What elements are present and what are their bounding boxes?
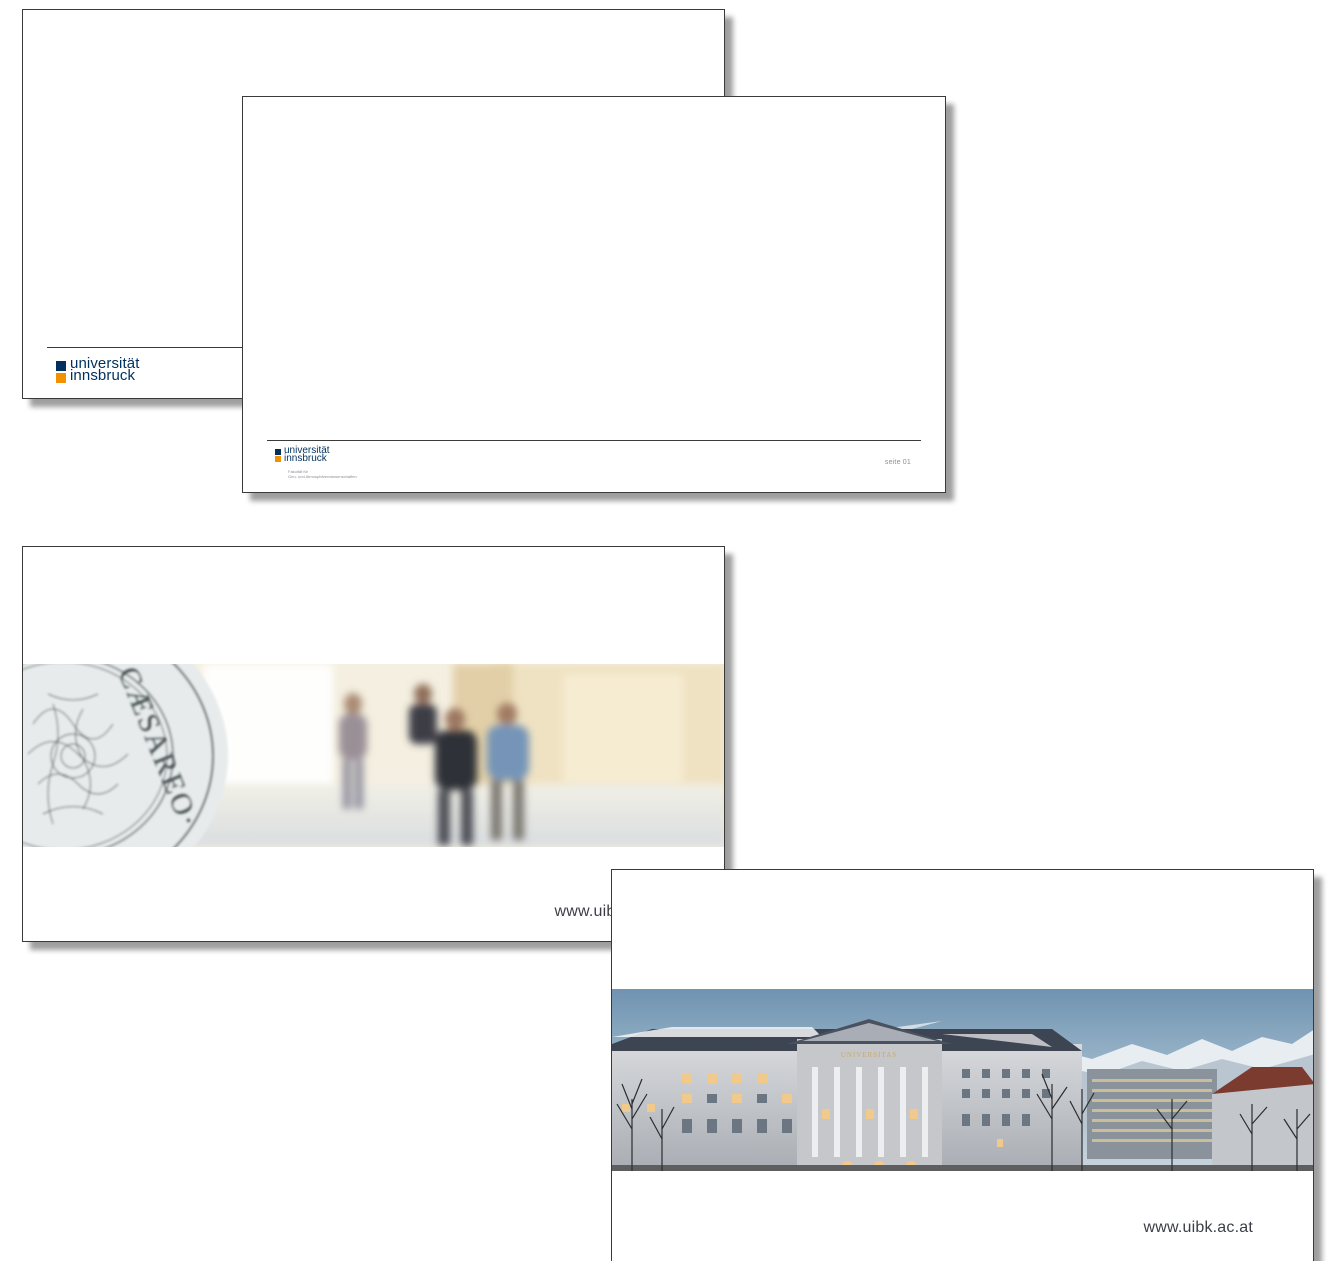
university-building-photo: UNIVERSITAS [612,989,1313,1171]
corridor-seal-photo: CÆSAREO· [23,664,724,847]
building-inscription: UNIVERSITAS [841,1051,897,1059]
content-slide: universität innsbruck Fakultät für Geo- … [242,96,946,493]
building-illustration: UNIVERSITAS [612,989,1313,1171]
corridor-seal-illustration: CÆSAREO· [23,664,724,847]
logo-wordmark: universität innsbruck [70,356,139,384]
university-logo: universität innsbruck [275,446,330,464]
closing-slide-building: UNIVERSITAS www.uibk.ac.at [611,869,1314,1261]
logo-line-2: innsbruck [70,367,136,384]
page-number: seite 01 [884,459,911,466]
footer-rule [267,440,921,441]
logo-squares-icon [56,361,66,385]
website-url: www.uibk.ac.at [1143,1219,1253,1236]
logo-line-2: innsbruck [284,453,327,464]
university-logo: universität innsbruck [56,356,139,385]
logo-wordmark: universität innsbruck [284,446,330,464]
faculty-name: Fakultät für Geo- und Atmosphärenwissens… [288,469,357,479]
slide-templates-canvas: universität innsbruck universität innsbr… [0,0,1332,1261]
faculty-line-2: Geo- und Atmosphärenwissenschaften [288,474,357,479]
logo-squares-icon [275,449,281,463]
